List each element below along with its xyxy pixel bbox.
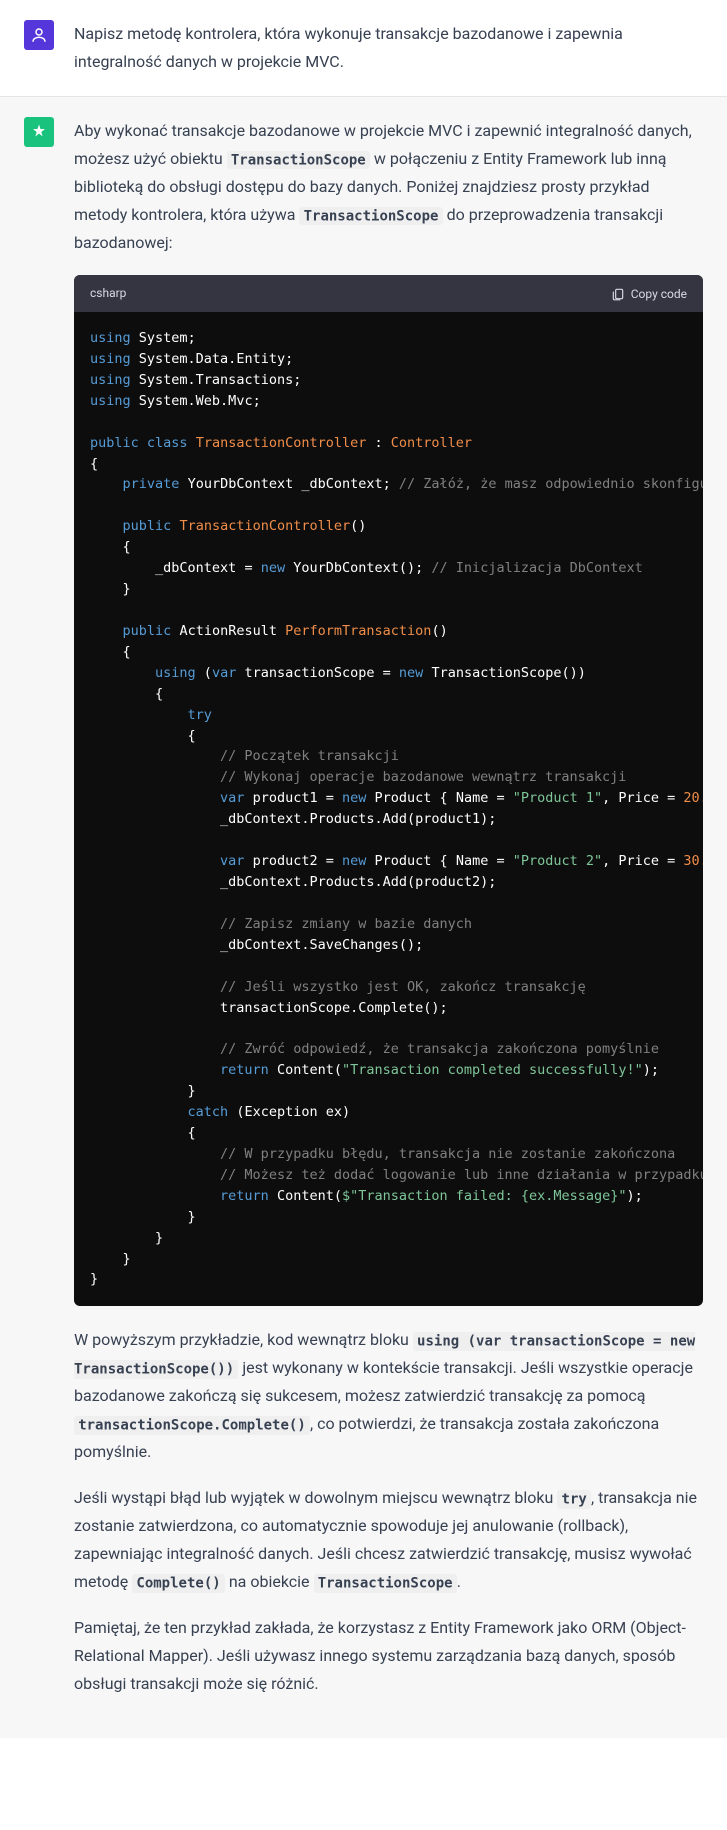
- user-message-row: Napisz metodę kontrolera, która wykonuje…: [0, 0, 727, 97]
- logo-icon: [30, 123, 48, 141]
- code-header: csharp Copy code: [74, 275, 703, 312]
- person-icon: [30, 26, 48, 44]
- user-message-content: Napisz metodę kontrolera, która wykonuje…: [74, 20, 703, 76]
- inline-code: Complete(): [132, 1574, 225, 1593]
- explanation-paragraph-2: Jeśli wystąpi błąd lub wyjątek w dowolny…: [74, 1484, 703, 1596]
- user-text: Napisz metodę kontrolera, która wykonuje…: [74, 20, 703, 76]
- inline-code: TransactionScope: [227, 151, 370, 170]
- assistant-message-content: Aby wykonać transakcje bazodanowe w proj…: [74, 117, 703, 1698]
- inline-code: transactionScope.Complete(): [74, 1416, 310, 1435]
- inline-code: TransactionScope: [299, 207, 442, 226]
- explanation-paragraph-3: Pamiętaj, że ten przykład zakłada, że ko…: [74, 1614, 703, 1698]
- inline-code: TransactionScope: [314, 1574, 457, 1593]
- intro-paragraph: Aby wykonać transakcje bazodanowe w proj…: [74, 117, 703, 257]
- inline-code: try: [557, 1490, 591, 1509]
- code-block: csharp Copy code using System; using Sys…: [74, 275, 703, 1306]
- assistant-message-row: Aby wykonać transakcje bazodanowe w proj…: [0, 97, 727, 1738]
- code-content: using System; using System.Data.Entity; …: [90, 328, 687, 1290]
- user-avatar: [24, 20, 54, 50]
- code-body[interactable]: using System; using System.Data.Entity; …: [74, 312, 703, 1306]
- copy-code-button[interactable]: Copy code: [611, 287, 687, 301]
- explanation-paragraph-1: W powyższym przykładzie, kod wewnątrz bl…: [74, 1326, 703, 1466]
- clipboard-icon: [611, 287, 625, 301]
- assistant-avatar: [24, 117, 54, 147]
- code-language-label: csharp: [90, 283, 126, 304]
